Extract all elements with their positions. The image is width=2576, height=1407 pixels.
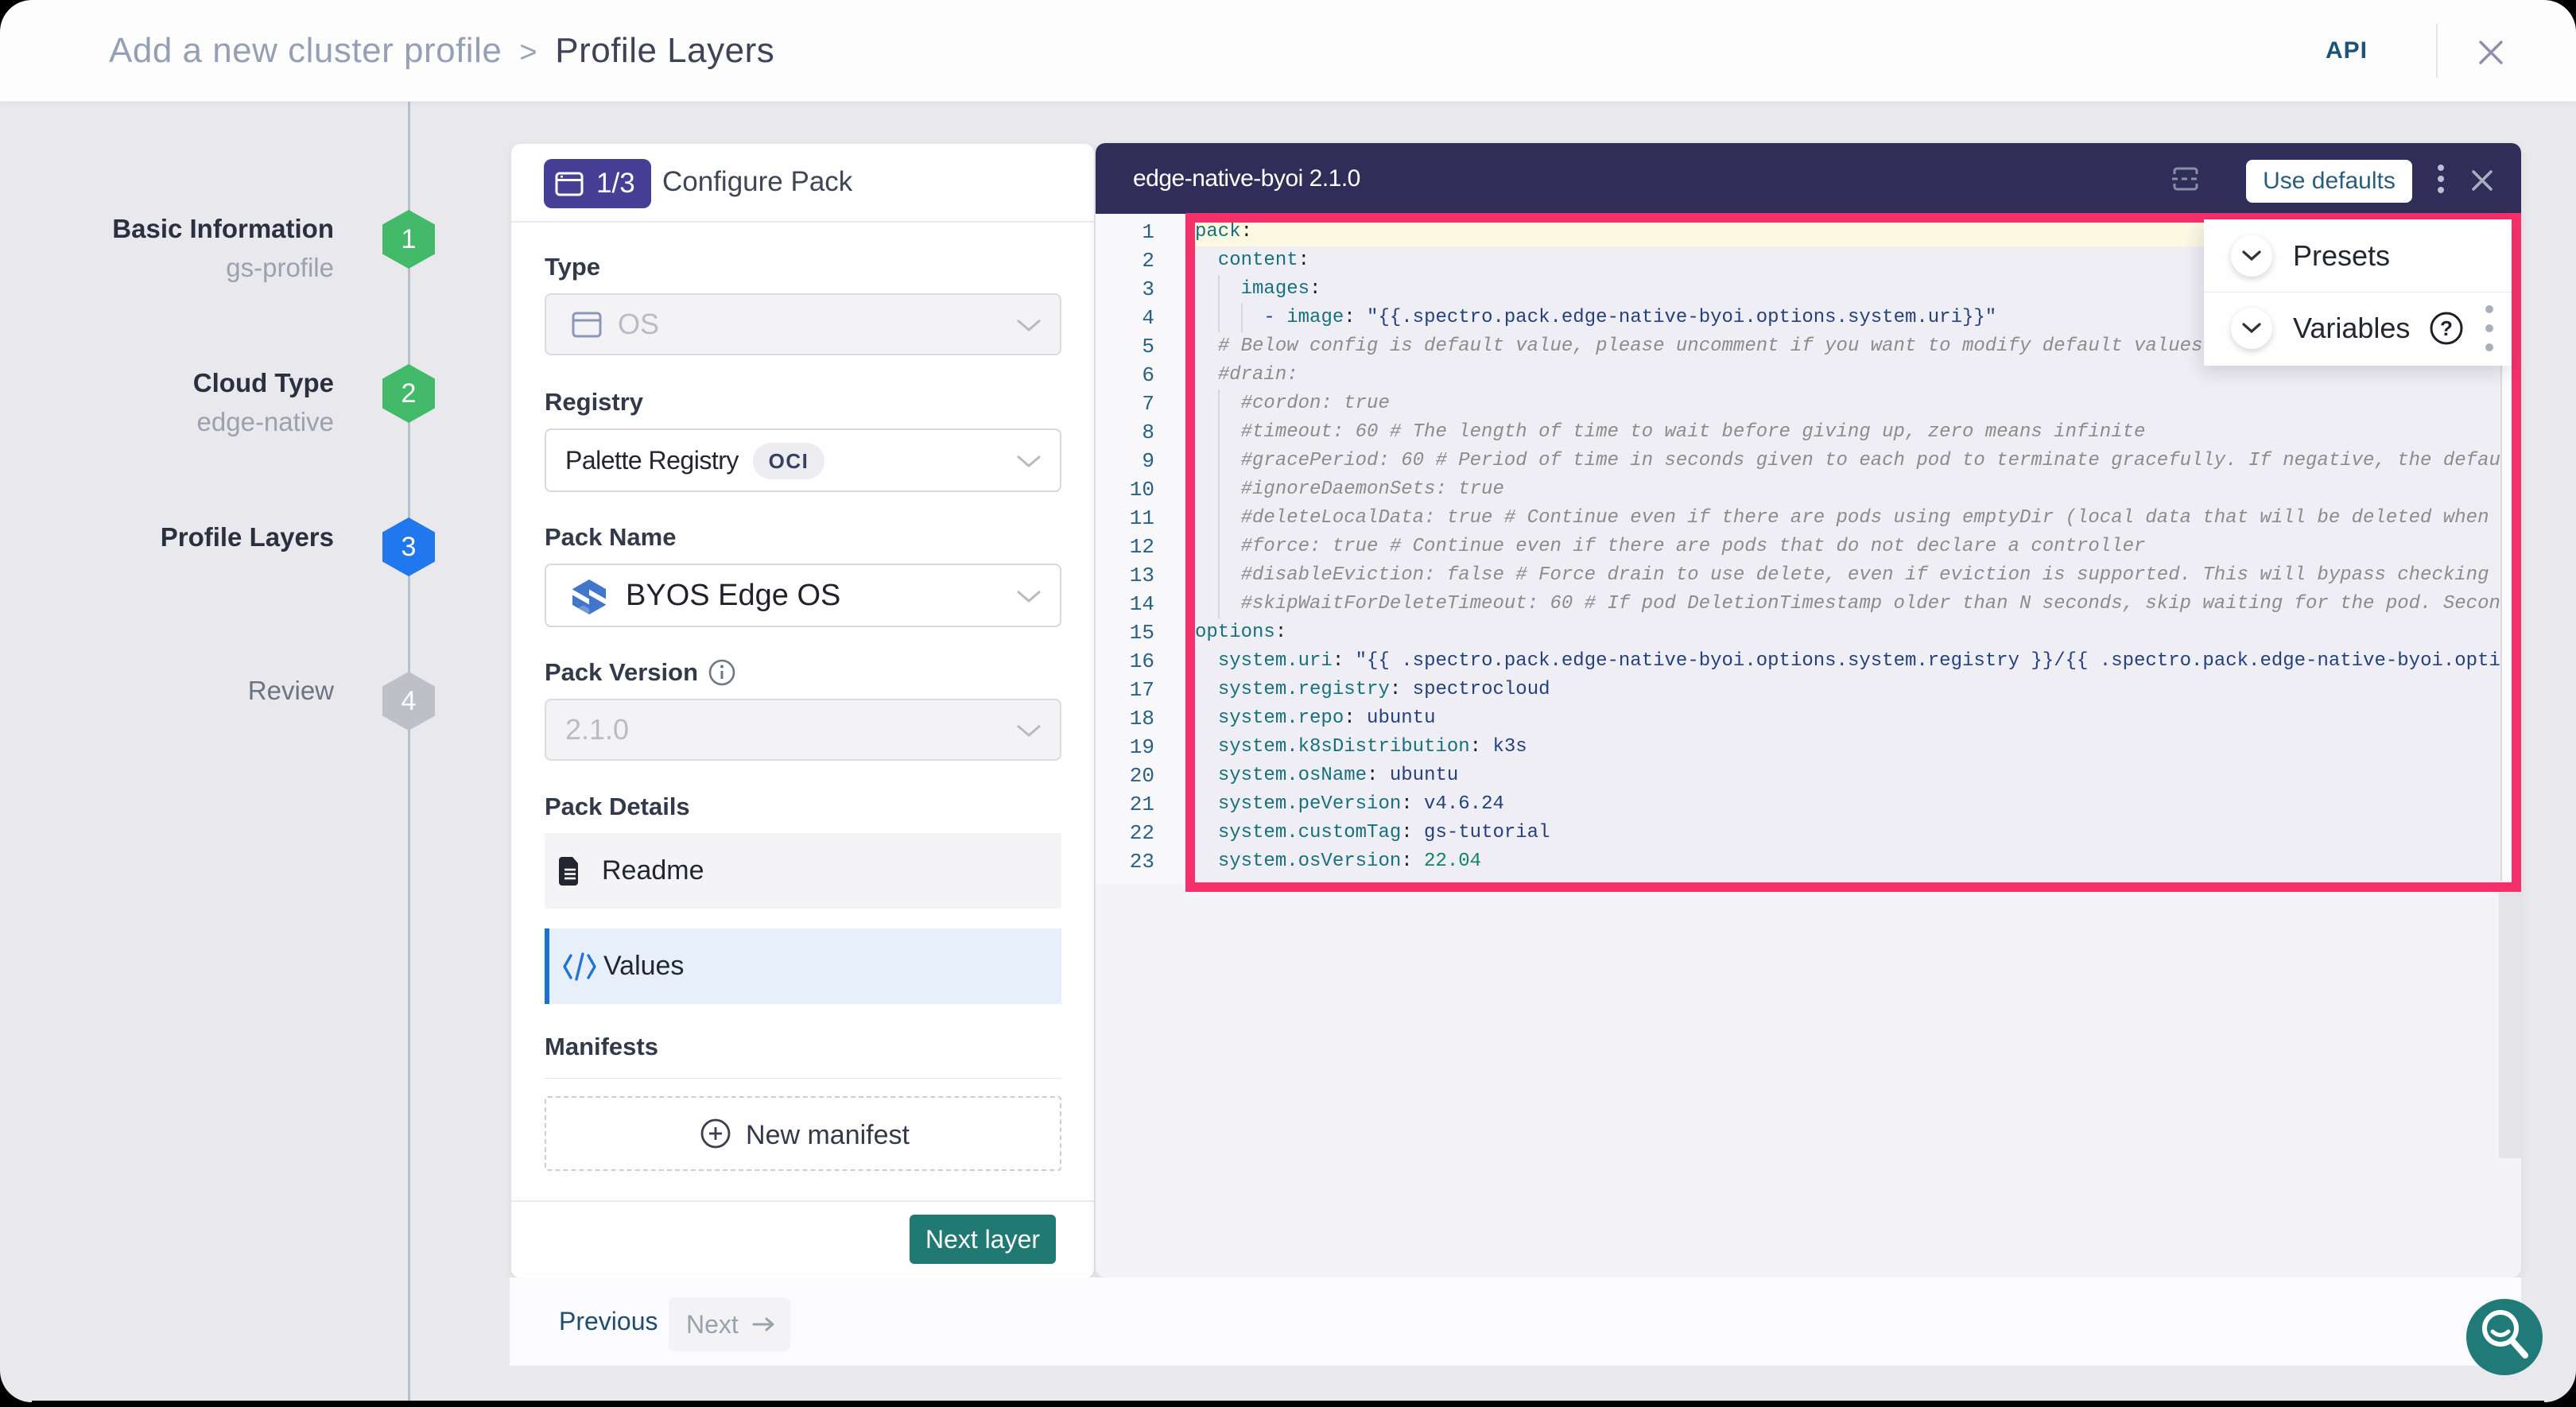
svg-text:?: ? xyxy=(2440,316,2453,340)
